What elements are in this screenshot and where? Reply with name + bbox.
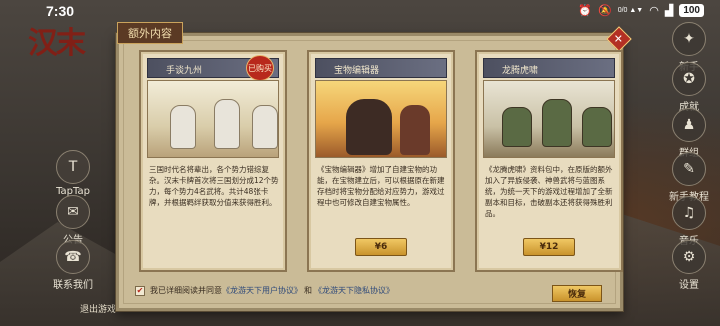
settings-icon: ⚙ (672, 240, 706, 274)
user-agreement-link[interactable]: 《龙游天下用户协议》 (222, 285, 302, 296)
figure-right (252, 105, 278, 149)
close-icon: ✕ (614, 32, 624, 46)
status-time: 7:30 (46, 3, 75, 19)
buy-button[interactable]: ¥12 (523, 238, 575, 256)
figure-advisor (400, 105, 430, 155)
extra-content-dialog: 额外内容 ✕ 手谈九州 已购买 三国时代名将辈出，各个势力错综复杂。汉末卡牌首次… (116, 22, 632, 311)
figure-warrior-3 (582, 107, 612, 147)
novice-icon: ✦ (672, 22, 706, 56)
buy-button[interactable]: ¥6 (355, 238, 407, 256)
wifi-icon: ◠ (649, 5, 659, 17)
figure-left (170, 105, 196, 149)
dialog-title: 额外内容 (117, 22, 183, 44)
settings-button[interactable]: ⚙ 设置 (664, 240, 714, 291)
dlc-card-shoutan[interactable]: 手谈九州 已购买 三国时代名将辈出，各个势力错综复杂。汉末卡牌首次将三国划分成1… (139, 50, 287, 272)
battery-indicator: 100 (679, 4, 704, 17)
figure-warrior-2 (542, 99, 572, 147)
figure-general (346, 99, 392, 155)
achievement-icon: ✪ (672, 62, 706, 96)
dlc-card-longteng[interactable]: 龙腾虎啸 《龙腾虎啸》资料包中，在原版的额外加入了异族侵袭、神兽武将与蓝图系统，… (475, 50, 623, 272)
card-header: 手谈九州 已购买 (147, 55, 279, 81)
card-description: 《宝物编辑器》增加了自建宝物的功能，在宝物建立后，可以根据原在新建存档时将宝物分… (317, 165, 445, 207)
contact-button[interactable]: ☎ 联系我们 (48, 240, 98, 291)
figure-center (214, 99, 240, 149)
card-artwork (147, 80, 279, 158)
tap-icon: T (56, 150, 90, 184)
agreement-row: ✔ 我已详细阅读并同意 《龙游天下用户协议》 和 《龙游天下隐私协议》 (135, 285, 394, 296)
card-title: 龙腾虎啸 (502, 66, 539, 76)
mute-icon: 🔕 (597, 5, 612, 17)
contact-icon: ☎ (56, 240, 90, 274)
card-artwork (315, 80, 447, 158)
card-description: 《龙腾虎啸》资料包中，在原版的额外加入了异族侵袭、神兽武将与蓝图系统，为统一天下… (485, 165, 613, 218)
signal-icon: ▟ (664, 5, 674, 17)
network-speed: 0/0 ▲▼ (617, 7, 644, 14)
card-description: 三国时代名将辈出，各个势力错综复杂。汉末卡牌首次将三国划分成12个势力，每个势力… (149, 165, 279, 207)
card-header: 宝物编辑器 (315, 58, 447, 78)
achievement-button[interactable]: ✪ 成就 (664, 62, 714, 113)
card-title: 手谈九州 (166, 66, 203, 76)
figure-warrior-1 (502, 107, 532, 147)
agreement-and: 和 (304, 286, 312, 295)
dlc-card-treasure-editor[interactable]: 宝物编辑器 《宝物编辑器》增加了自建宝物的功能，在宝物建立后，可以根据原在新建存… (307, 50, 455, 272)
alarm-icon: ⏰ (578, 5, 592, 17)
card-header: 龙腾虎啸 (483, 58, 615, 78)
agreement-prefix: 我已详细阅读并同意 (150, 286, 222, 295)
notice-button[interactable]: ✉ 公告 (48, 195, 98, 246)
card-title: 宝物编辑器 (334, 66, 380, 76)
owned-badge: 已购买 (246, 55, 274, 81)
dlc-card-list: 手谈九州 已购买 三国时代名将辈出，各个势力错综复杂。汉末卡牌首次将三国划分成1… (139, 50, 623, 272)
tutorial-icon: ✎ (672, 152, 706, 186)
group-icon: ♟ (672, 108, 706, 142)
notice-icon: ✉ (56, 195, 90, 229)
exit-game-button[interactable]: 退出游戏 (80, 302, 116, 315)
status-icons: ⏰ 🔕 0/0 ▲▼ ◠ ▟ 100 (578, 4, 704, 17)
card-artwork (483, 80, 615, 158)
taptap-button[interactable]: T TapTap (48, 150, 98, 197)
privacy-agreement-link[interactable]: 《龙游天下隐私协议》 (314, 285, 394, 296)
restore-purchase-button[interactable]: 恢复 (552, 285, 602, 302)
agreement-checkbox[interactable]: ✔ (135, 285, 145, 296)
music-icon: ♫ (672, 196, 706, 230)
